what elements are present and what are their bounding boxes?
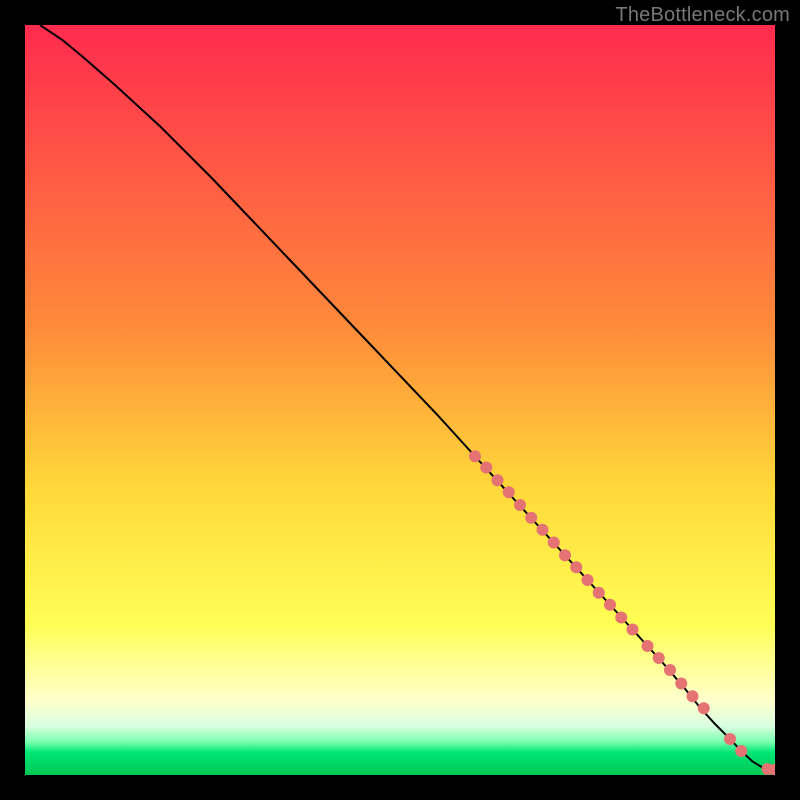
data-point bbox=[525, 512, 537, 524]
data-point bbox=[559, 549, 571, 561]
data-point bbox=[593, 587, 605, 599]
data-point bbox=[664, 664, 676, 676]
data-point bbox=[548, 537, 560, 549]
data-point bbox=[604, 599, 616, 611]
data-point bbox=[735, 745, 747, 757]
data-point bbox=[627, 624, 639, 636]
data-point bbox=[615, 612, 627, 624]
data-point bbox=[724, 733, 736, 745]
data-point bbox=[642, 640, 654, 652]
chart-stage: TheBottleneck.com bbox=[0, 0, 800, 800]
chart-svg bbox=[25, 25, 775, 775]
data-point bbox=[653, 652, 665, 664]
data-point bbox=[537, 524, 549, 536]
data-point bbox=[492, 474, 504, 486]
attribution-text: TheBottleneck.com bbox=[615, 4, 790, 27]
data-point bbox=[582, 574, 594, 586]
data-point bbox=[698, 702, 710, 714]
plot-area bbox=[25, 25, 775, 775]
data-point bbox=[687, 690, 699, 702]
data-point bbox=[469, 450, 481, 462]
data-point bbox=[514, 499, 526, 511]
data-point bbox=[503, 486, 515, 498]
data-point bbox=[570, 561, 582, 573]
data-point bbox=[480, 462, 492, 474]
data-point bbox=[675, 678, 687, 690]
